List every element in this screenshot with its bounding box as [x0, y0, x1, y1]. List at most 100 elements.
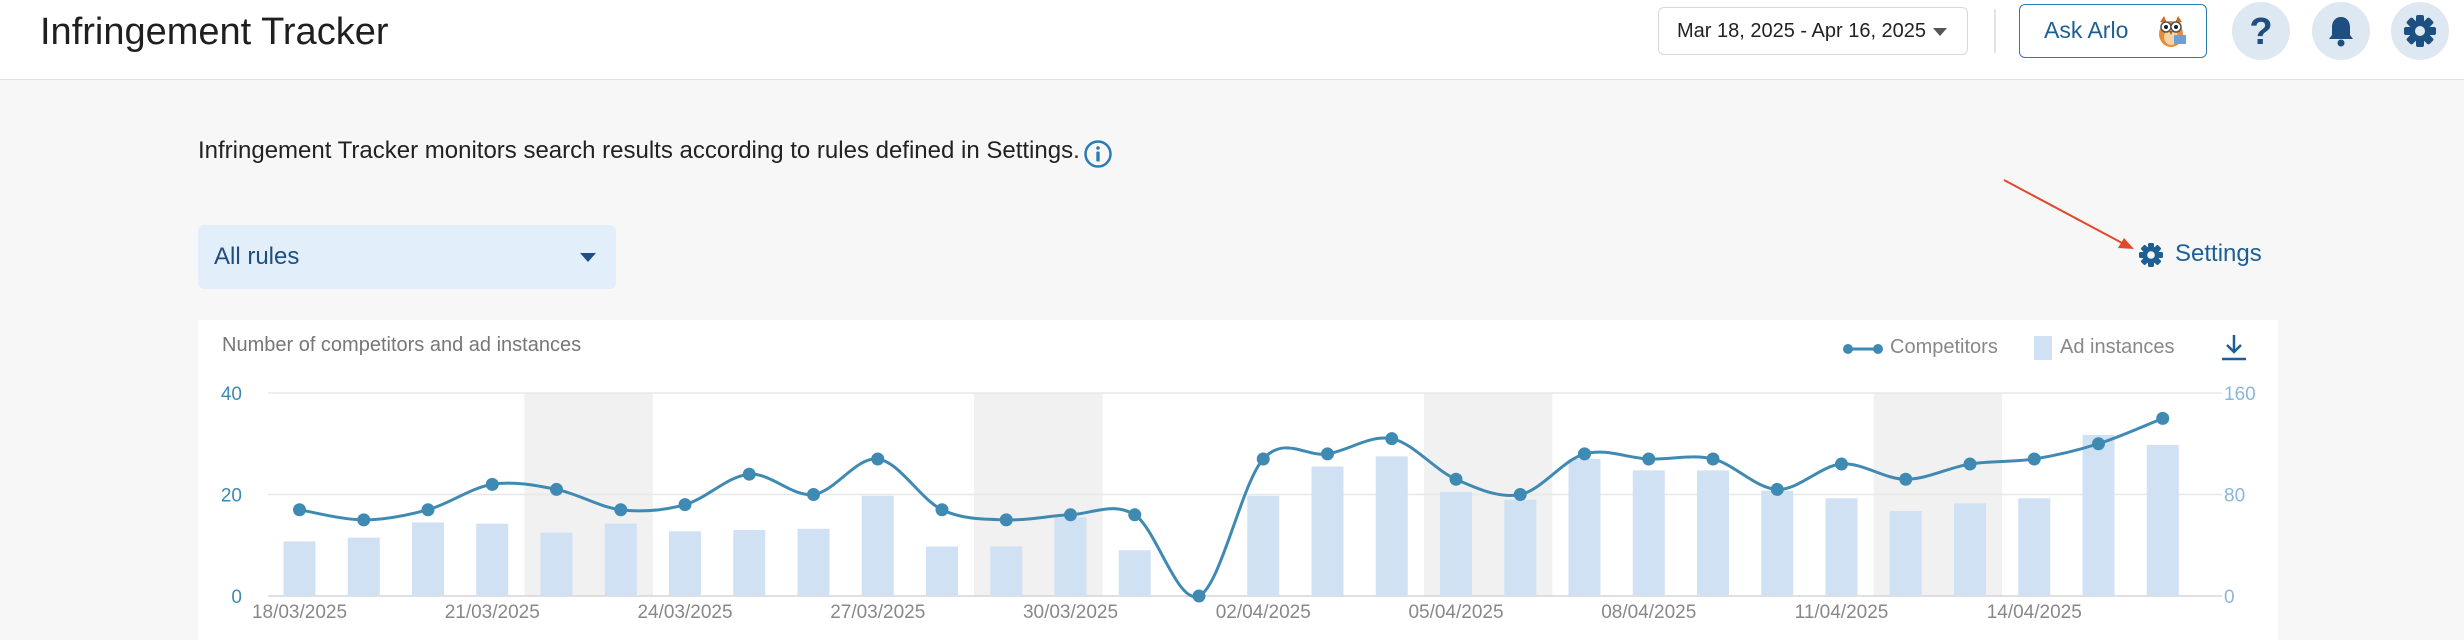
- competitors-point: [1899, 472, 1913, 486]
- competitors-ads-chart: 0 20 40 0 80 160 18/03/2025 21/03/2025 24/03/202…: [221, 384, 2256, 623]
- ad-instances-bar: [1697, 470, 1729, 596]
- ad-instances-bar: [540, 532, 573, 596]
- x-axis-tick-label: 24/03/2025: [637, 602, 732, 623]
- settings-button[interactable]: [2391, 2, 2449, 60]
- competitors-point: [2156, 411, 2170, 425]
- competitors-point: [807, 488, 820, 501]
- competitors-point: [1064, 508, 1077, 522]
- competitors-point: [1513, 488, 1527, 501]
- ad-instances-bar: [1889, 510, 1922, 596]
- competitors-point: [1770, 482, 1784, 496]
- ad-instances-bar: [926, 546, 958, 596]
- ad-instances-bar: [2082, 434, 2115, 596]
- competitors-point: [1706, 452, 1720, 466]
- competitors-point: [742, 467, 756, 481]
- x-axis-tick-label: 05/04/2025: [1408, 602, 1503, 623]
- ad-instances-bar: [1247, 495, 1280, 596]
- ad-instances-bar: [2146, 445, 2179, 596]
- competitors-point: [1256, 452, 1270, 466]
- ad-instances-bar: [347, 537, 380, 596]
- x-axis-tick-label: 27/03/2025: [830, 602, 925, 623]
- owl-mascot-icon: [2159, 16, 2186, 47]
- chevron-down-icon: [580, 253, 596, 262]
- ad-instances-bar: [1118, 550, 1151, 596]
- chart-card: Number of competitors and ad instances C…: [198, 320, 2278, 640]
- competitors-point: [293, 503, 306, 517]
- page-title: Infringement Tracker: [40, 11, 389, 53]
- intro-text: Infringement Tracker monitors search res…: [198, 137, 1080, 164]
- competitors-point: [1385, 432, 1399, 446]
- ad-instances-bar: [1954, 503, 1986, 596]
- left-axis-tick-label: 0: [231, 587, 242, 608]
- ad-instances-bar: [861, 495, 894, 596]
- settings-link-label: Settings: [2175, 240, 2262, 267]
- right-axis-tick-label: 0: [2224, 587, 2235, 608]
- competitors-point: [614, 503, 628, 517]
- x-axis-tick-label: 02/04/2025: [1216, 602, 1311, 623]
- competitors-point: [1578, 447, 1591, 461]
- ad-instances-bar: [476, 523, 509, 596]
- ad-instances-bar: [1504, 499, 1537, 596]
- competitors-point: [935, 503, 949, 517]
- ad-instances-bar: [1311, 466, 1344, 596]
- rule-select[interactable]: All rules: [198, 225, 616, 289]
- ad-instances-bar: [1568, 458, 1601, 596]
- competitors-point: [1642, 452, 1656, 466]
- competitors-point: [1835, 457, 1848, 471]
- date-range-picker[interactable]: Mar 18, 2025 - Apr 16, 2025: [1658, 7, 1968, 55]
- ad-instances-bar: [412, 522, 444, 596]
- competitors-point: [1321, 447, 1334, 461]
- ad-instances-bar: [1440, 491, 1472, 596]
- notifications-button[interactable]: [2312, 2, 2370, 60]
- help-icon: ?: [2249, 13, 2272, 49]
- info-icon[interactable]: [1083, 139, 1113, 169]
- x-axis-tick-label: 18/03/2025: [252, 602, 347, 623]
- competitors-point: [1449, 472, 1463, 486]
- x-axis-tick-label: 11/04/2025: [1795, 602, 1889, 623]
- competitors-point: [678, 498, 692, 512]
- gear-icon: [2139, 243, 2163, 267]
- competitors-point: [421, 503, 435, 517]
- x-axis-tick-label: 08/04/2025: [1601, 602, 1696, 623]
- ad-instances-bar: [604, 523, 637, 596]
- competitors-point: [550, 482, 563, 496]
- competitors-point: [357, 513, 371, 527]
- competitors-point: [2027, 452, 2041, 466]
- x-axis-tick-label: 21/03/2025: [445, 602, 540, 623]
- ad-instances-bar: [2018, 498, 2051, 596]
- toolbar-divider: [1994, 9, 1996, 53]
- top-bar: Infringement Tracker Mar 18, 2025 - Apr …: [0, 0, 2464, 80]
- ad-instances-bar: [1825, 498, 1858, 596]
- chevron-down-icon: [1933, 28, 1947, 36]
- gear-icon: [2404, 15, 2436, 47]
- svg-text:?: ?: [2249, 13, 2272, 49]
- competitors-point: [1128, 508, 1142, 522]
- ad-instances-bar: [1375, 456, 1408, 596]
- right-axis-tick-label: 80: [2224, 486, 2245, 507]
- right-axis-tick-label: 160: [2224, 384, 2256, 405]
- competitors-point: [999, 513, 1013, 527]
- date-range-value: Mar 18, 2025 - Apr 16, 2025: [1677, 20, 1927, 42]
- competitors-point: [485, 477, 499, 491]
- ad-instances-bar: [1632, 470, 1665, 596]
- ad-instances-bar: [669, 531, 701, 596]
- rule-select-value: All rules: [214, 243, 300, 270]
- competitors-point: [871, 452, 885, 466]
- competitors-point: [2092, 437, 2105, 451]
- left-axis-tick-label: 40: [221, 384, 242, 405]
- bell-icon: [2329, 17, 2353, 47]
- ad-instances-bar: [1761, 490, 1794, 596]
- x-axis-tick-label: 30/03/2025: [1023, 602, 1118, 623]
- help-button[interactable]: ?: [2232, 2, 2290, 60]
- ask-arlo-label: Ask Arlo: [2044, 17, 2129, 43]
- ad-instances-bar: [990, 546, 1023, 596]
- competitors-point: [1963, 457, 1977, 471]
- ask-arlo-button[interactable]: Ask Arlo: [2019, 4, 2207, 58]
- ad-instances-bar: [797, 528, 830, 596]
- competitors-point: [1192, 589, 1206, 603]
- ad-instances-bar: [1054, 517, 1087, 596]
- x-axis-tick-label: 14/04/2025: [1987, 602, 2082, 623]
- left-axis-tick-label: 20: [221, 486, 242, 507]
- ad-instances-bar: [733, 530, 766, 596]
- ad-instances-bar: [283, 541, 316, 596]
